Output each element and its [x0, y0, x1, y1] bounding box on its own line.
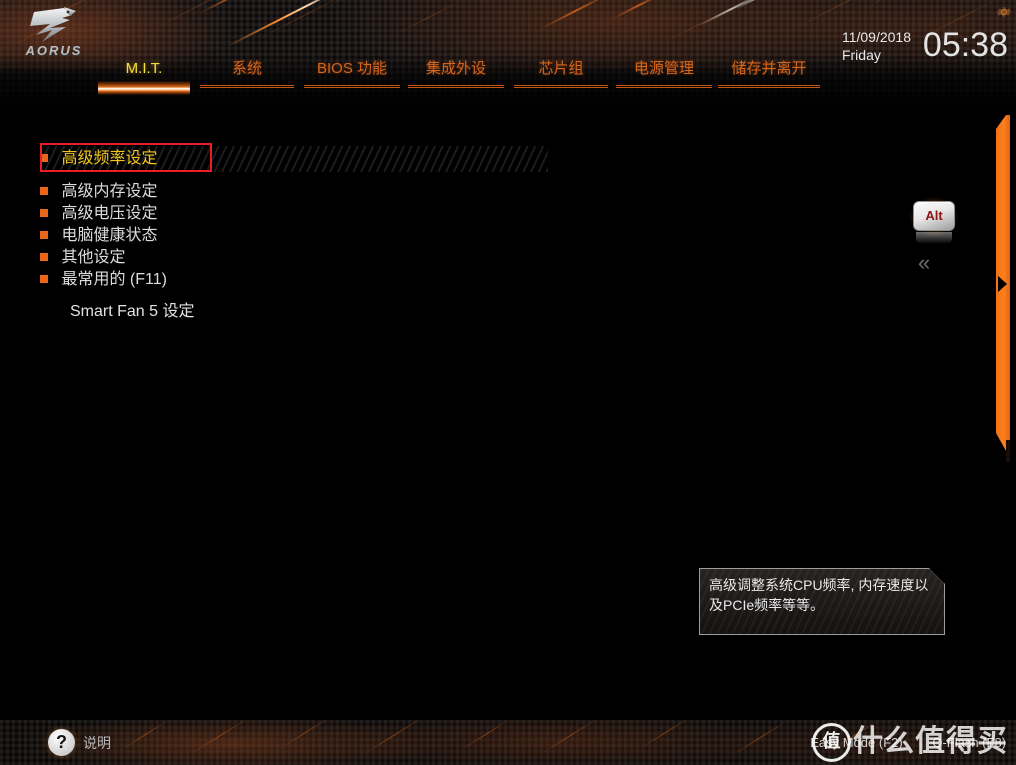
alt-key-reflection — [916, 232, 952, 244]
chevron-double-left-icon[interactable]: « — [918, 252, 930, 274]
tab-save-and-exit[interactable]: 储存并离开 — [718, 58, 820, 88]
tab-label: 集成外设 — [425, 60, 486, 77]
rail-expand-arrow-icon[interactable] — [998, 276, 1007, 292]
tab-chipset[interactable]: 芯片组 — [514, 58, 608, 88]
tab-underline — [200, 85, 294, 88]
system-time: 05:38 — [922, 26, 1008, 64]
bullet-icon — [40, 208, 48, 217]
menu-item-advanced-frequency[interactable]: 高级频率设定 — [40, 145, 157, 172]
help-tooltip: 高级调整系统CPU频率, 内存速度以及PCIe频率等等。 — [699, 568, 945, 635]
tab-underline — [304, 85, 400, 88]
gear-icon[interactable] — [994, 2, 1014, 22]
tab-underline — [408, 85, 504, 88]
tab-peripherals[interactable]: 集成外设 — [408, 58, 504, 88]
bullet-icon — [40, 274, 48, 283]
alt-key-cap: Alt — [913, 201, 955, 231]
tab-label: 系统 — [231, 60, 262, 77]
menu-item-smart-fan-5[interactable]: Smart Fan 5 设定 — [70, 300, 194, 324]
easy-mode-shortcut[interactable]: Easy Mode (F2) — [810, 735, 902, 750]
bullet-icon — [40, 153, 48, 162]
aorus-falcon-icon — [30, 7, 76, 42]
tab-system[interactable]: 系统 — [200, 58, 294, 88]
tab-label: M.I.T. — [125, 60, 163, 77]
menu-item-favorites-f11[interactable]: 最常用的 (F11) — [40, 266, 167, 293]
bullet-icon — [40, 230, 48, 239]
tab-label: 储存并离开 — [731, 60, 807, 77]
tab-bios-features[interactable]: BIOS 功能 — [304, 58, 400, 88]
bios-header: AORUS M.I.T. 系统 BIOS 功能 集成外设 芯片组 电源管理 储存… — [0, 0, 1016, 110]
menu-item-label: 高级频率设定 — [61, 150, 158, 168]
footer-shortcuts[interactable]: Easy Mode (F2) Q-Flash (F8) — [784, 735, 1006, 750]
tab-mit[interactable]: M.I.T. — [98, 58, 190, 95]
aorus-wordmark: AORUS — [25, 43, 83, 58]
tab-underline — [718, 85, 820, 88]
bios-main-area: 高级频率设定 高级内存设定 高级电压设定 电脑健康状态 其他设定 最常用的 (F… — [0, 110, 1016, 720]
bullet-icon — [40, 186, 48, 195]
tab-label: 电源管理 — [633, 60, 694, 77]
tab-power-management[interactable]: 电源管理 — [616, 58, 712, 88]
tooltip-text: 高级调整系统CPU频率, 内存速度以及PCIe频率等等。 — [709, 577, 929, 613]
date-value: 11/09/2018 — [841, 29, 911, 45]
qflash-shortcut[interactable]: Q-Flash (F8) — [932, 735, 1006, 750]
help-label: 说明 — [83, 735, 111, 751]
alt-key-hint[interactable]: Alt — [910, 198, 958, 244]
tab-label: 芯片组 — [538, 60, 584, 77]
weekday-value: Friday — [841, 47, 881, 63]
alt-key-label: Alt — [925, 208, 943, 223]
bullet-icon — [40, 252, 48, 261]
menu-item-label: 最常用的 (F11) — [61, 271, 167, 289]
main-tab-bar[interactable]: M.I.T. 系统 BIOS 功能 集成外设 芯片组 电源管理 储存并离开 — [0, 58, 916, 108]
rail-tail — [1006, 440, 1010, 462]
tab-underline — [616, 85, 712, 88]
tab-label: BIOS 功能 — [316, 60, 387, 77]
tab-underline — [514, 85, 608, 88]
aorus-logo: AORUS — [6, 2, 102, 64]
question-mark-icon: ? — [48, 729, 75, 756]
system-date: 11/09/2018 Friday — [842, 28, 911, 64]
tab-underline-active — [98, 81, 190, 95]
